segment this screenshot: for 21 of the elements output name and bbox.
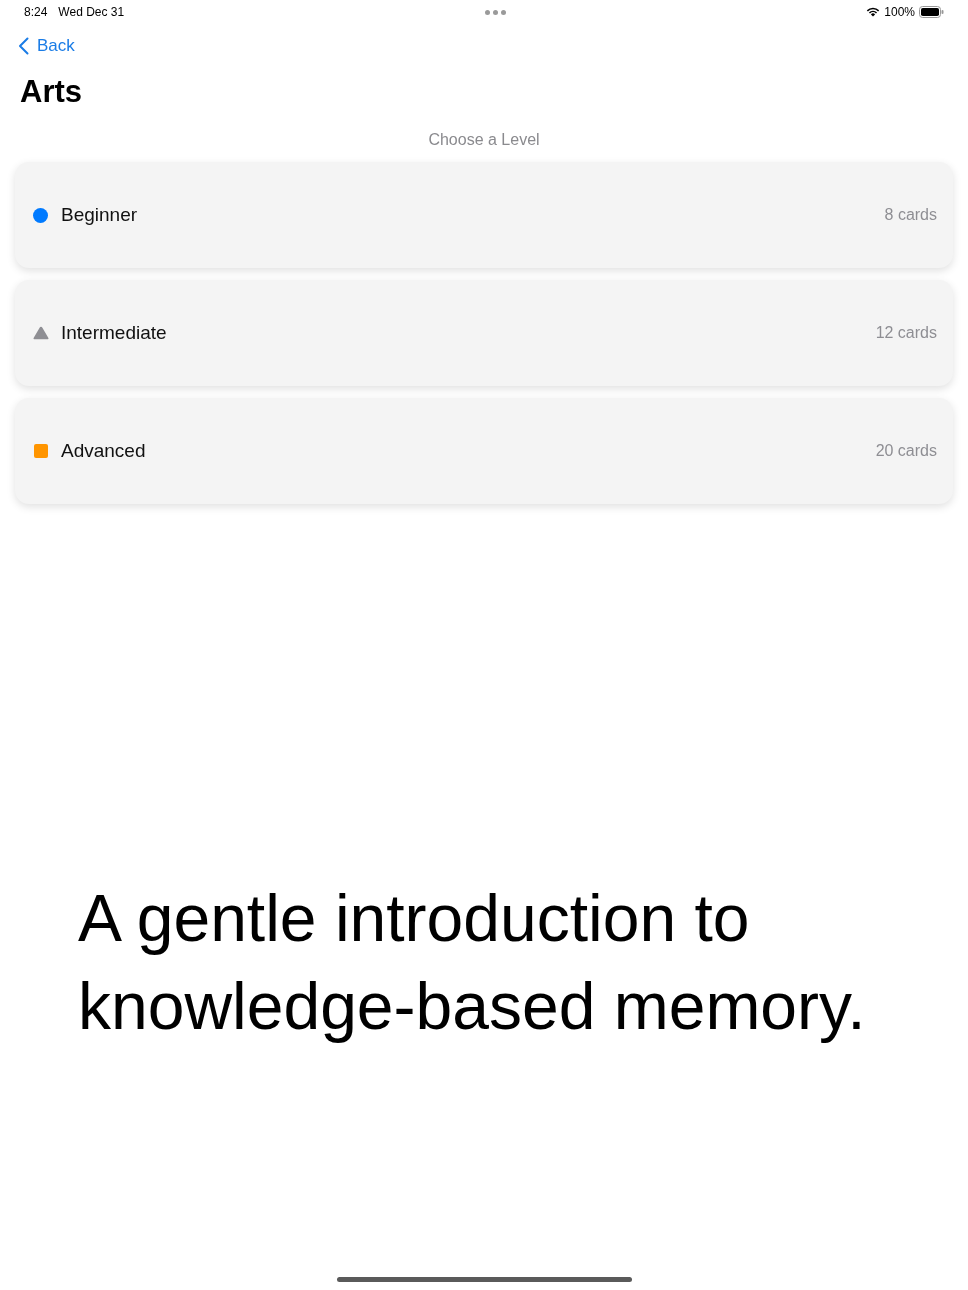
- level-name: Beginner: [61, 202, 138, 227]
- level-name: Advanced: [61, 438, 146, 463]
- more-dots-icon: [484, 9, 506, 15]
- level-card[interactable]: Intermediate 12 cards: [15, 280, 953, 386]
- page-title: Arts: [19, 74, 83, 110]
- section-label: Choose a Level: [428, 130, 540, 150]
- wifi-icon: [866, 7, 881, 17]
- battery-percent: 100%: [884, 4, 915, 21]
- back-button[interactable]: Back: [18, 33, 75, 59]
- caption-text: A gentle introduction to knowledge-based memory.: [78, 880, 867, 1045]
- card-count: 12 cards: [875, 323, 937, 343]
- battery-icon: [919, 6, 944, 18]
- status-date: Wed Dec 31: [58, 4, 125, 21]
- level-card[interactable]: Beginner 8 cards: [15, 162, 953, 268]
- level-card[interactable]: Advanced 20 cards: [15, 398, 953, 504]
- level-name: Intermediate: [61, 320, 167, 345]
- home-indicator[interactable]: [336, 1277, 632, 1282]
- chevron-left-icon: [18, 37, 29, 55]
- card-count: 8 cards: [884, 205, 937, 225]
- card-count: 20 cards: [875, 441, 937, 461]
- status-time: 8:24: [24, 4, 48, 21]
